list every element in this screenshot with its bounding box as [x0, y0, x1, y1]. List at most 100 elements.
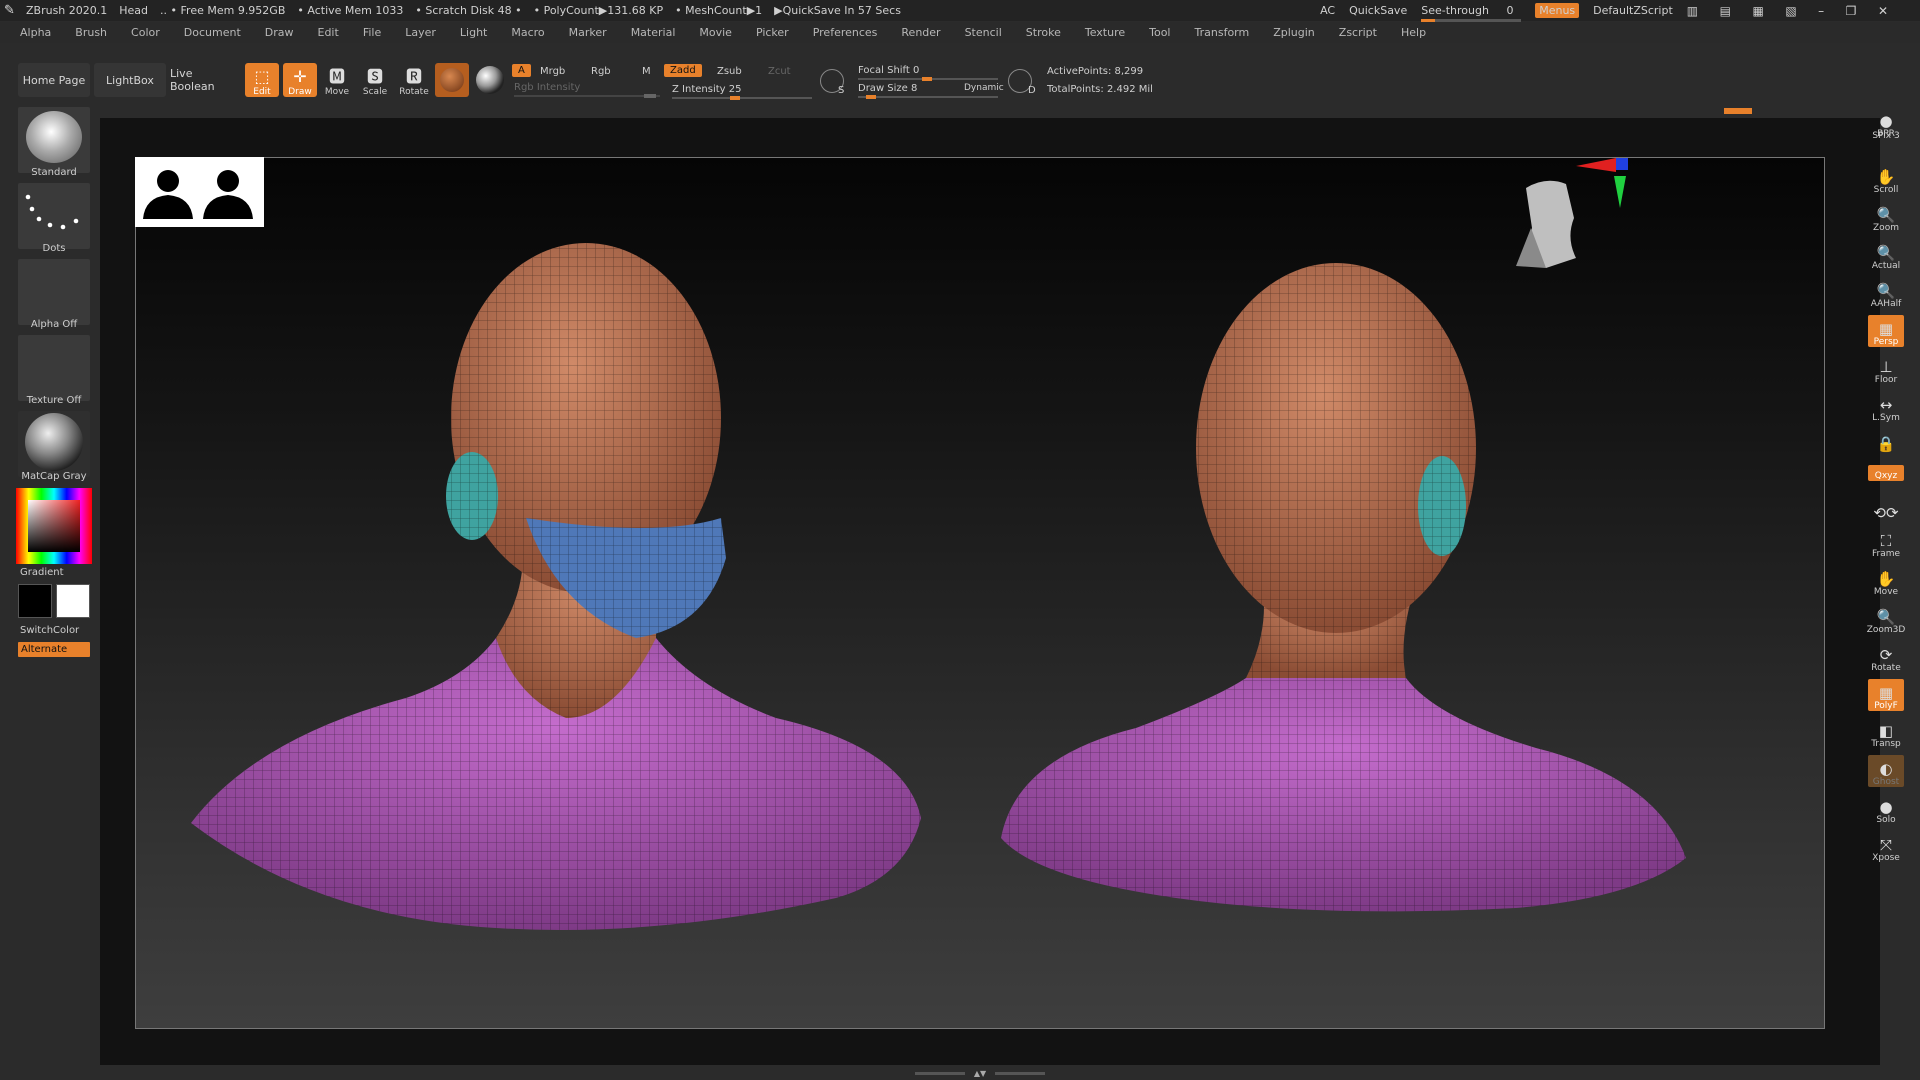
edit-button[interactable]: ⬚ Edit: [245, 63, 279, 97]
layout-icon[interactable]: ▥: [1687, 4, 1698, 18]
mrgb-button[interactable]: Mrgb: [540, 66, 565, 77]
seethrough-slider[interactable]: See-through 0: [1421, 4, 1522, 22]
xyz-button[interactable]: Qxyz: [1868, 465, 1904, 481]
color-picker[interactable]: [16, 488, 92, 564]
alternate-button[interactable]: Alternate: [18, 642, 90, 657]
rotate-view-button[interactable]: ⟳ Rotate: [1868, 641, 1904, 673]
floor-button[interactable]: ⊥ Floor: [1868, 353, 1904, 385]
ghost-button[interactable]: ◐ Ghost: [1868, 755, 1904, 787]
primary-color-swatch[interactable]: [18, 584, 52, 618]
rgb-button[interactable]: Rgb: [591, 66, 611, 77]
a-toggle[interactable]: A: [512, 64, 531, 77]
menu-color[interactable]: Color: [131, 26, 160, 39]
menu-alpha[interactable]: Alpha: [20, 26, 51, 39]
home-page-button[interactable]: Home Page: [18, 63, 90, 97]
navigation-gizmo[interactable]: [1516, 158, 1628, 268]
layout4-icon[interactable]: ▧: [1785, 4, 1796, 18]
stroke-button[interactable]: [18, 183, 90, 249]
menu-marker[interactable]: Marker: [569, 26, 607, 39]
color-swatch-button[interactable]: [473, 63, 507, 97]
dots-stroke-icon: [25, 194, 79, 230]
menu-picker[interactable]: Picker: [756, 26, 789, 39]
canvas[interactable]: [135, 157, 1825, 1029]
rotate-axis-buttons[interactable]: ⟲⟳: [1868, 485, 1904, 521]
thumbnail-view[interactable]: [135, 157, 264, 227]
meshcount: • MeshCount▶1: [675, 4, 763, 17]
move-view-button[interactable]: ✋ Move: [1868, 565, 1904, 597]
gradient-label[interactable]: Gradient: [18, 567, 90, 578]
menu-render[interactable]: Render: [901, 26, 940, 39]
spix-slider[interactable]: SPix 3: [1868, 125, 1904, 141]
brush-button[interactable]: [18, 107, 90, 173]
scale-label: Scale: [362, 87, 388, 97]
polyf-button[interactable]: ▦ PolyF: [1868, 679, 1904, 711]
menu-file[interactable]: File: [363, 26, 381, 39]
m-button[interactable]: M: [642, 66, 651, 77]
secondary-color-swatch[interactable]: [56, 584, 90, 618]
draw-button[interactable]: ✛ Draw: [283, 63, 317, 97]
close-icon[interactable]: ✕: [1878, 4, 1888, 18]
restore-icon[interactable]: ❐: [1846, 4, 1857, 18]
menu-draw[interactable]: Draw: [265, 26, 294, 39]
switch-color-button[interactable]: SwitchColor: [18, 625, 90, 636]
menu-movie[interactable]: Movie: [699, 26, 732, 39]
layout3-icon[interactable]: ▦: [1752, 4, 1763, 18]
texture-button[interactable]: [18, 335, 90, 401]
menu-help[interactable]: Help: [1401, 26, 1426, 39]
rgb-intensity-slider[interactable]: [514, 94, 660, 98]
alpha-button[interactable]: [18, 259, 90, 325]
menu-document[interactable]: Document: [184, 26, 241, 39]
menu-stroke[interactable]: Stroke: [1026, 26, 1061, 39]
layout2-icon[interactable]: ▤: [1720, 4, 1731, 18]
rotate-label: Rotate: [399, 87, 429, 97]
bottom-tray-handle[interactable]: ▲▼: [915, 1069, 1045, 1078]
lsym-button[interactable]: ↔ L.Sym: [1868, 391, 1904, 423]
menu-texture[interactable]: Texture: [1085, 26, 1125, 39]
z-intensity-slider[interactable]: [672, 96, 812, 100]
transp-button[interactable]: ◧ Transp: [1868, 717, 1904, 749]
default-zscript[interactable]: DefaultZScript: [1593, 4, 1673, 17]
menu-edit[interactable]: Edit: [318, 26, 339, 39]
menu-preferences[interactable]: Preferences: [813, 26, 878, 39]
menu-brush[interactable]: Brush: [75, 26, 107, 39]
ac-button[interactable]: AC: [1320, 4, 1335, 17]
move-button[interactable]: 🅼 Move: [320, 63, 354, 98]
actual-button[interactable]: 🔍 Actual: [1868, 239, 1904, 271]
scroll-button[interactable]: ✋ Scroll: [1868, 163, 1904, 195]
menu-zplugin[interactable]: Zplugin: [1273, 26, 1315, 39]
persp-button[interactable]: ▦ Persp: [1868, 315, 1904, 347]
menu-light[interactable]: Light: [460, 26, 487, 39]
solo-button[interactable]: ● Solo: [1868, 793, 1904, 825]
menu-transform[interactable]: Transform: [1195, 26, 1250, 39]
scale-button[interactable]: 🆂 Scale: [358, 63, 392, 98]
menu-layer[interactable]: Layer: [405, 26, 436, 39]
menus-button[interactable]: Menus: [1535, 3, 1580, 18]
menu-macro[interactable]: Macro: [511, 26, 544, 39]
lightbox-button[interactable]: LightBox: [94, 63, 166, 97]
edit-label: Edit: [253, 87, 271, 97]
free-mem: .. • Free Mem 9.952GB: [160, 4, 286, 17]
live-boolean-button[interactable]: Live Boolean: [170, 63, 240, 97]
menu-stencil[interactable]: Stencil: [965, 26, 1002, 39]
xpose-button[interactable]: ⤧ Xpose: [1868, 831, 1904, 863]
zadd-toggle[interactable]: Zadd: [664, 64, 702, 77]
draw-size-slider[interactable]: [858, 95, 998, 99]
material-button[interactable]: [18, 411, 90, 477]
zsub-button[interactable]: Zsub: [717, 66, 742, 77]
zoom-button[interactable]: 🔍 Zoom: [1868, 201, 1904, 233]
material-swatch-button[interactable]: [435, 63, 469, 97]
zcut-button[interactable]: Zcut: [768, 66, 791, 77]
zoom-label: Zoom: [1873, 223, 1899, 233]
frame-button[interactable]: ⛶ Frame: [1868, 527, 1904, 559]
quicksave-button[interactable]: QuickSave: [1349, 4, 1407, 17]
focal-shift-slider[interactable]: [858, 77, 998, 81]
rotate-button[interactable]: 🆁 Rotate: [397, 63, 431, 98]
minimize-icon[interactable]: –: [1818, 4, 1824, 18]
zoom3d-button[interactable]: 🔍 Zoom3D: [1867, 603, 1906, 635]
lock-button[interactable]: 🔒: [1868, 428, 1904, 452]
dynamic-toggle[interactable]: Dynamic: [964, 83, 1004, 93]
menu-material[interactable]: Material: [631, 26, 676, 39]
menu-zscript[interactable]: Zscript: [1339, 26, 1377, 39]
menu-tool[interactable]: Tool: [1149, 26, 1170, 39]
aahalf-button[interactable]: 🔍 AAHalf: [1868, 277, 1904, 309]
